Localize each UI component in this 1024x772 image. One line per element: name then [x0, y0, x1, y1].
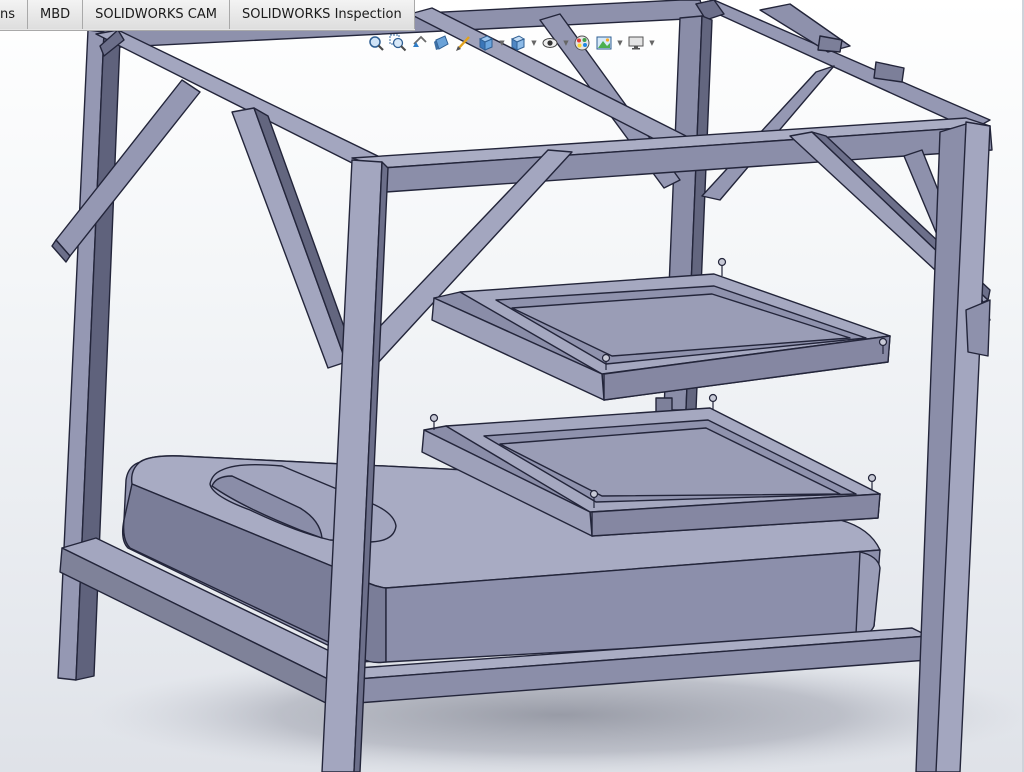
eye-bolt-1	[717, 257, 727, 267]
display-style-icon[interactable]	[508, 33, 528, 53]
eye-bolt-2	[878, 337, 888, 347]
zoom-to-area-icon[interactable]	[388, 33, 408, 53]
edit-appearance-icon[interactable]	[572, 33, 592, 53]
tab-solidworks-inspection[interactable]: SOLIDWORKS Inspection	[229, 0, 415, 29]
apply-scene-icon[interactable]	[594, 33, 614, 53]
view-settings-dropdown-icon[interactable]: ▼	[648, 39, 656, 47]
tab-solidworks-cam[interactable]: SOLIDWORKS CAM	[83, 0, 230, 29]
tab-mbd[interactable]: MBD	[28, 0, 84, 29]
eye-bolt-3	[601, 353, 611, 363]
model-view[interactable]	[0, 0, 1024, 772]
display-style-dropdown-icon[interactable]: ▼	[530, 39, 538, 47]
zoom-to-fit-icon[interactable]	[366, 33, 386, 53]
heads-up-view-toolbar: ▼ ▼ ▼ ▼ ▼	[366, 32, 656, 54]
section-view-icon[interactable]	[432, 33, 452, 53]
view-orientation-icon[interactable]	[476, 33, 496, 53]
frame-back-right-rail[interactable]	[695, 0, 991, 131]
dynamic-annotation-icon[interactable]	[454, 33, 474, 53]
graphics-area[interactable]	[0, 0, 1024, 772]
view-orientation-dropdown-icon[interactable]: ▼	[498, 39, 506, 47]
previous-view-icon[interactable]	[410, 33, 430, 53]
tab-ns[interactable]: ns	[0, 0, 29, 29]
hide-show-items-icon[interactable]	[540, 33, 560, 53]
eye-bolt-6	[867, 473, 877, 483]
hide-show-items-dropdown-icon[interactable]: ▼	[562, 39, 570, 47]
apply-scene-dropdown-icon[interactable]: ▼	[616, 39, 624, 47]
upper-tray[interactable]	[431, 273, 891, 401]
view-settings-icon[interactable]	[626, 33, 646, 53]
eye-bolt-4	[429, 413, 439, 423]
frame-left-brace-upper[interactable]	[55, 79, 201, 257]
eye-bolt-7	[589, 489, 599, 499]
eye-bolt-5	[708, 393, 718, 403]
command-manager-tabs: ns MBD SOLIDWORKS CAM SOLIDWORKS Inspect…	[0, 0, 415, 31]
